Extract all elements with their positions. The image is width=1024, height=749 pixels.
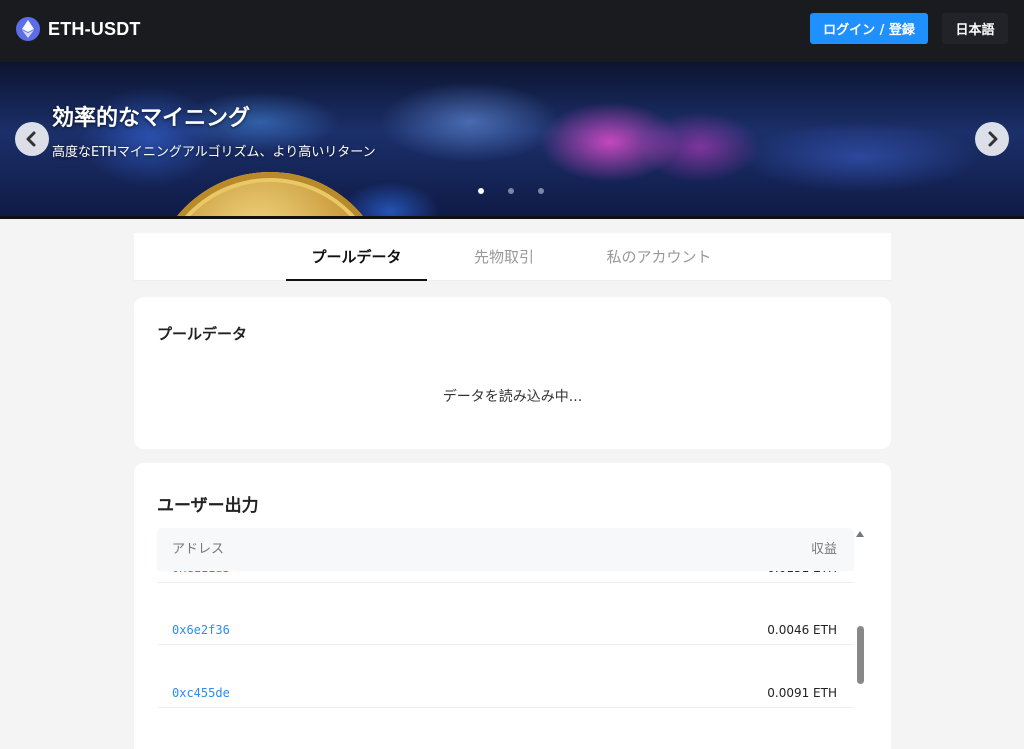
column-earnings: 収益 <box>810 542 837 557</box>
row-earnings: 0.0091 ETH <box>767 686 837 700</box>
banner-subtitle: 高度なETHマイニングアルゴリズム、より高いリターン <box>52 145 376 160</box>
table-header: アドレス 収益 <box>157 528 854 571</box>
ethereum-logo-icon <box>16 17 40 41</box>
bitcoin-coin-image <box>150 172 390 219</box>
output-table[interactable]: アドレス 収益 0xe111a3 0.0151 ETH 0x6e2f36 0.0… <box>157 528 854 749</box>
row-address-link[interactable]: 0xc455de <box>172 686 230 700</box>
brand-name: ETH-USDT <box>48 18 141 39</box>
user-output-title: ユーザー出力 <box>157 496 259 516</box>
carousel-next-button[interactable] <box>975 122 1009 156</box>
hero-carousel: 効率的なマイニング 高度なETHマイニングアルゴリズム、より高いリターン <box>0 62 1024 219</box>
main-tabs: プールデータ 先物取引 私のアカウント <box>134 233 891 281</box>
scroll-up-arrow-icon[interactable] <box>856 531 864 537</box>
carousel-dot-1[interactable] <box>478 188 484 194</box>
chevron-right-icon <box>988 131 998 147</box>
language-selector-button[interactable]: 日本語 <box>942 13 1008 44</box>
carousel-dot-3[interactable] <box>538 188 544 194</box>
row-address-link[interactable]: 0x6e2f36 <box>172 623 230 637</box>
table-scrollbar-thumb[interactable] <box>857 626 864 684</box>
pool-data-title: プールデータ <box>157 325 248 343</box>
brand[interactable]: ETH-USDT <box>16 17 141 41</box>
tab-pool-data[interactable]: プールデータ <box>286 233 427 281</box>
top-header: ETH-USDT ログイン / 登録 日本語 <box>0 0 1024 62</box>
pool-data-card: プールデータ データを読み込み中... <box>134 297 891 449</box>
user-output-card: ユーザー出力 アドレス 収益 0xe111a3 0.0151 ETH 0x6e2… <box>134 463 891 749</box>
carousel-dot-2[interactable] <box>508 188 514 194</box>
row-earnings: 0.0046 ETH <box>767 623 837 637</box>
table-row: 0x6e2f36 0.0046 ETH <box>157 583 854 645</box>
chevron-left-icon <box>26 131 36 147</box>
carousel-prev-button[interactable] <box>15 122 49 156</box>
carousel-indicators <box>478 188 544 194</box>
table-row: 0xc455de 0.0091 ETH <box>157 646 854 708</box>
column-address: アドレス <box>172 542 225 557</box>
tab-futures[interactable]: 先物取引 <box>454 233 554 281</box>
tab-my-account[interactable]: 私のアカウント <box>589 233 729 281</box>
banner-title: 効率的なマイニング <box>52 106 251 131</box>
login-register-button[interactable]: ログイン / 登録 <box>810 13 928 44</box>
loading-message: データを読み込み中... <box>442 389 583 405</box>
